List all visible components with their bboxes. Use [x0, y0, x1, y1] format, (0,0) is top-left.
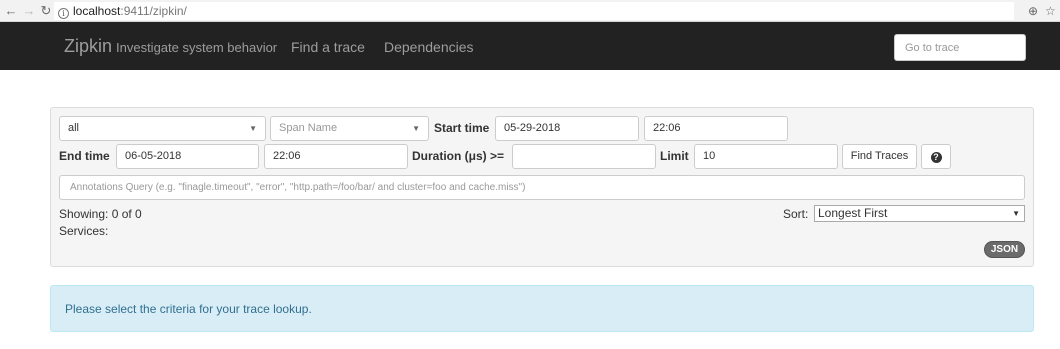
- end-date-value: 06-05-2018: [125, 150, 182, 162]
- chevron-down-icon: ▼: [249, 124, 257, 133]
- find-traces-button[interactable]: Find Traces: [842, 144, 917, 169]
- nav-dependencies[interactable]: Dependencies: [384, 39, 474, 56]
- url-host: localhost: [73, 4, 121, 18]
- brand-logo[interactable]: Zipkin: [64, 36, 112, 56]
- start-date-value: 05-29-2018: [504, 122, 561, 134]
- brand-tagline: Investigate system behavior: [116, 40, 278, 55]
- question-circle-icon: ?: [930, 152, 942, 163]
- info-alert: Please select the criteria for your trac…: [50, 285, 1034, 332]
- site-info-icon[interactable]: i: [58, 8, 69, 19]
- help-button[interactable]: ?: [921, 144, 951, 169]
- bookmark-star-icon[interactable]: ☆: [1045, 3, 1056, 19]
- sort-label: Sort:: [783, 207, 809, 221]
- end-date-input[interactable]: 06-05-2018: [116, 144, 259, 169]
- nav-find-trace[interactable]: Find a trace: [291, 39, 365, 56]
- end-clock-value: 22:06: [273, 150, 301, 162]
- reload-icon[interactable]: ↻: [39, 3, 53, 19]
- go-to-trace-input[interactable]: [894, 34, 1026, 61]
- service-select[interactable]: all ▼: [59, 116, 266, 141]
- limit-value: 10: [703, 150, 716, 162]
- start-time-label: Start time: [434, 121, 490, 135]
- showing-count: Showing: 0 of 0: [59, 207, 142, 221]
- duration-label: Duration (μs) >=: [412, 149, 505, 163]
- start-clock-input[interactable]: 22:06: [644, 116, 788, 141]
- sort-select[interactable]: Longest First ▼: [814, 205, 1025, 222]
- address-bar[interactable]: i localhost:9411/zipkin/: [54, 2, 1014, 20]
- start-clock-value: 22:06: [653, 122, 681, 134]
- forward-arrow-icon[interactable]: →: [22, 3, 36, 19]
- json-button[interactable]: JSON: [984, 241, 1025, 258]
- chevron-down-icon: ▼: [412, 124, 420, 133]
- browser-toolbar: ← → ↻ i localhost:9411/zipkin/ ⊕ ☆: [0, 0, 1060, 22]
- back-arrow-icon[interactable]: ←: [4, 3, 18, 19]
- chevron-down-icon: ▼: [1012, 209, 1020, 218]
- sort-select-value: Longest First: [818, 206, 888, 220]
- end-time-label: End time: [59, 149, 110, 163]
- services-label: Services:: [59, 224, 109, 238]
- annotations-query-input[interactable]: Annotations Query (e.g. "finagle.timeout…: [59, 175, 1025, 200]
- span-name-select[interactable]: Span Name ▼: [270, 116, 429, 141]
- start-date-input[interactable]: 05-29-2018: [495, 116, 639, 141]
- annotations-placeholder: Annotations Query (e.g. "finagle.timeout…: [70, 182, 526, 193]
- limit-label: Limit: [660, 149, 689, 163]
- service-select-value: all: [68, 122, 80, 134]
- span-name-placeholder: Span Name: [279, 122, 338, 134]
- duration-input[interactable]: [512, 144, 656, 169]
- alert-message: Please select the criteria for your trac…: [65, 302, 312, 316]
- url-path: :9411/zipkin/: [120, 4, 187, 18]
- zoom-icon[interactable]: ⊕: [1028, 3, 1038, 19]
- limit-input[interactable]: 10: [694, 144, 838, 169]
- top-navbar: Zipkin Investigate system behavior Find …: [0, 22, 1060, 70]
- end-clock-input[interactable]: 22:06: [264, 144, 408, 169]
